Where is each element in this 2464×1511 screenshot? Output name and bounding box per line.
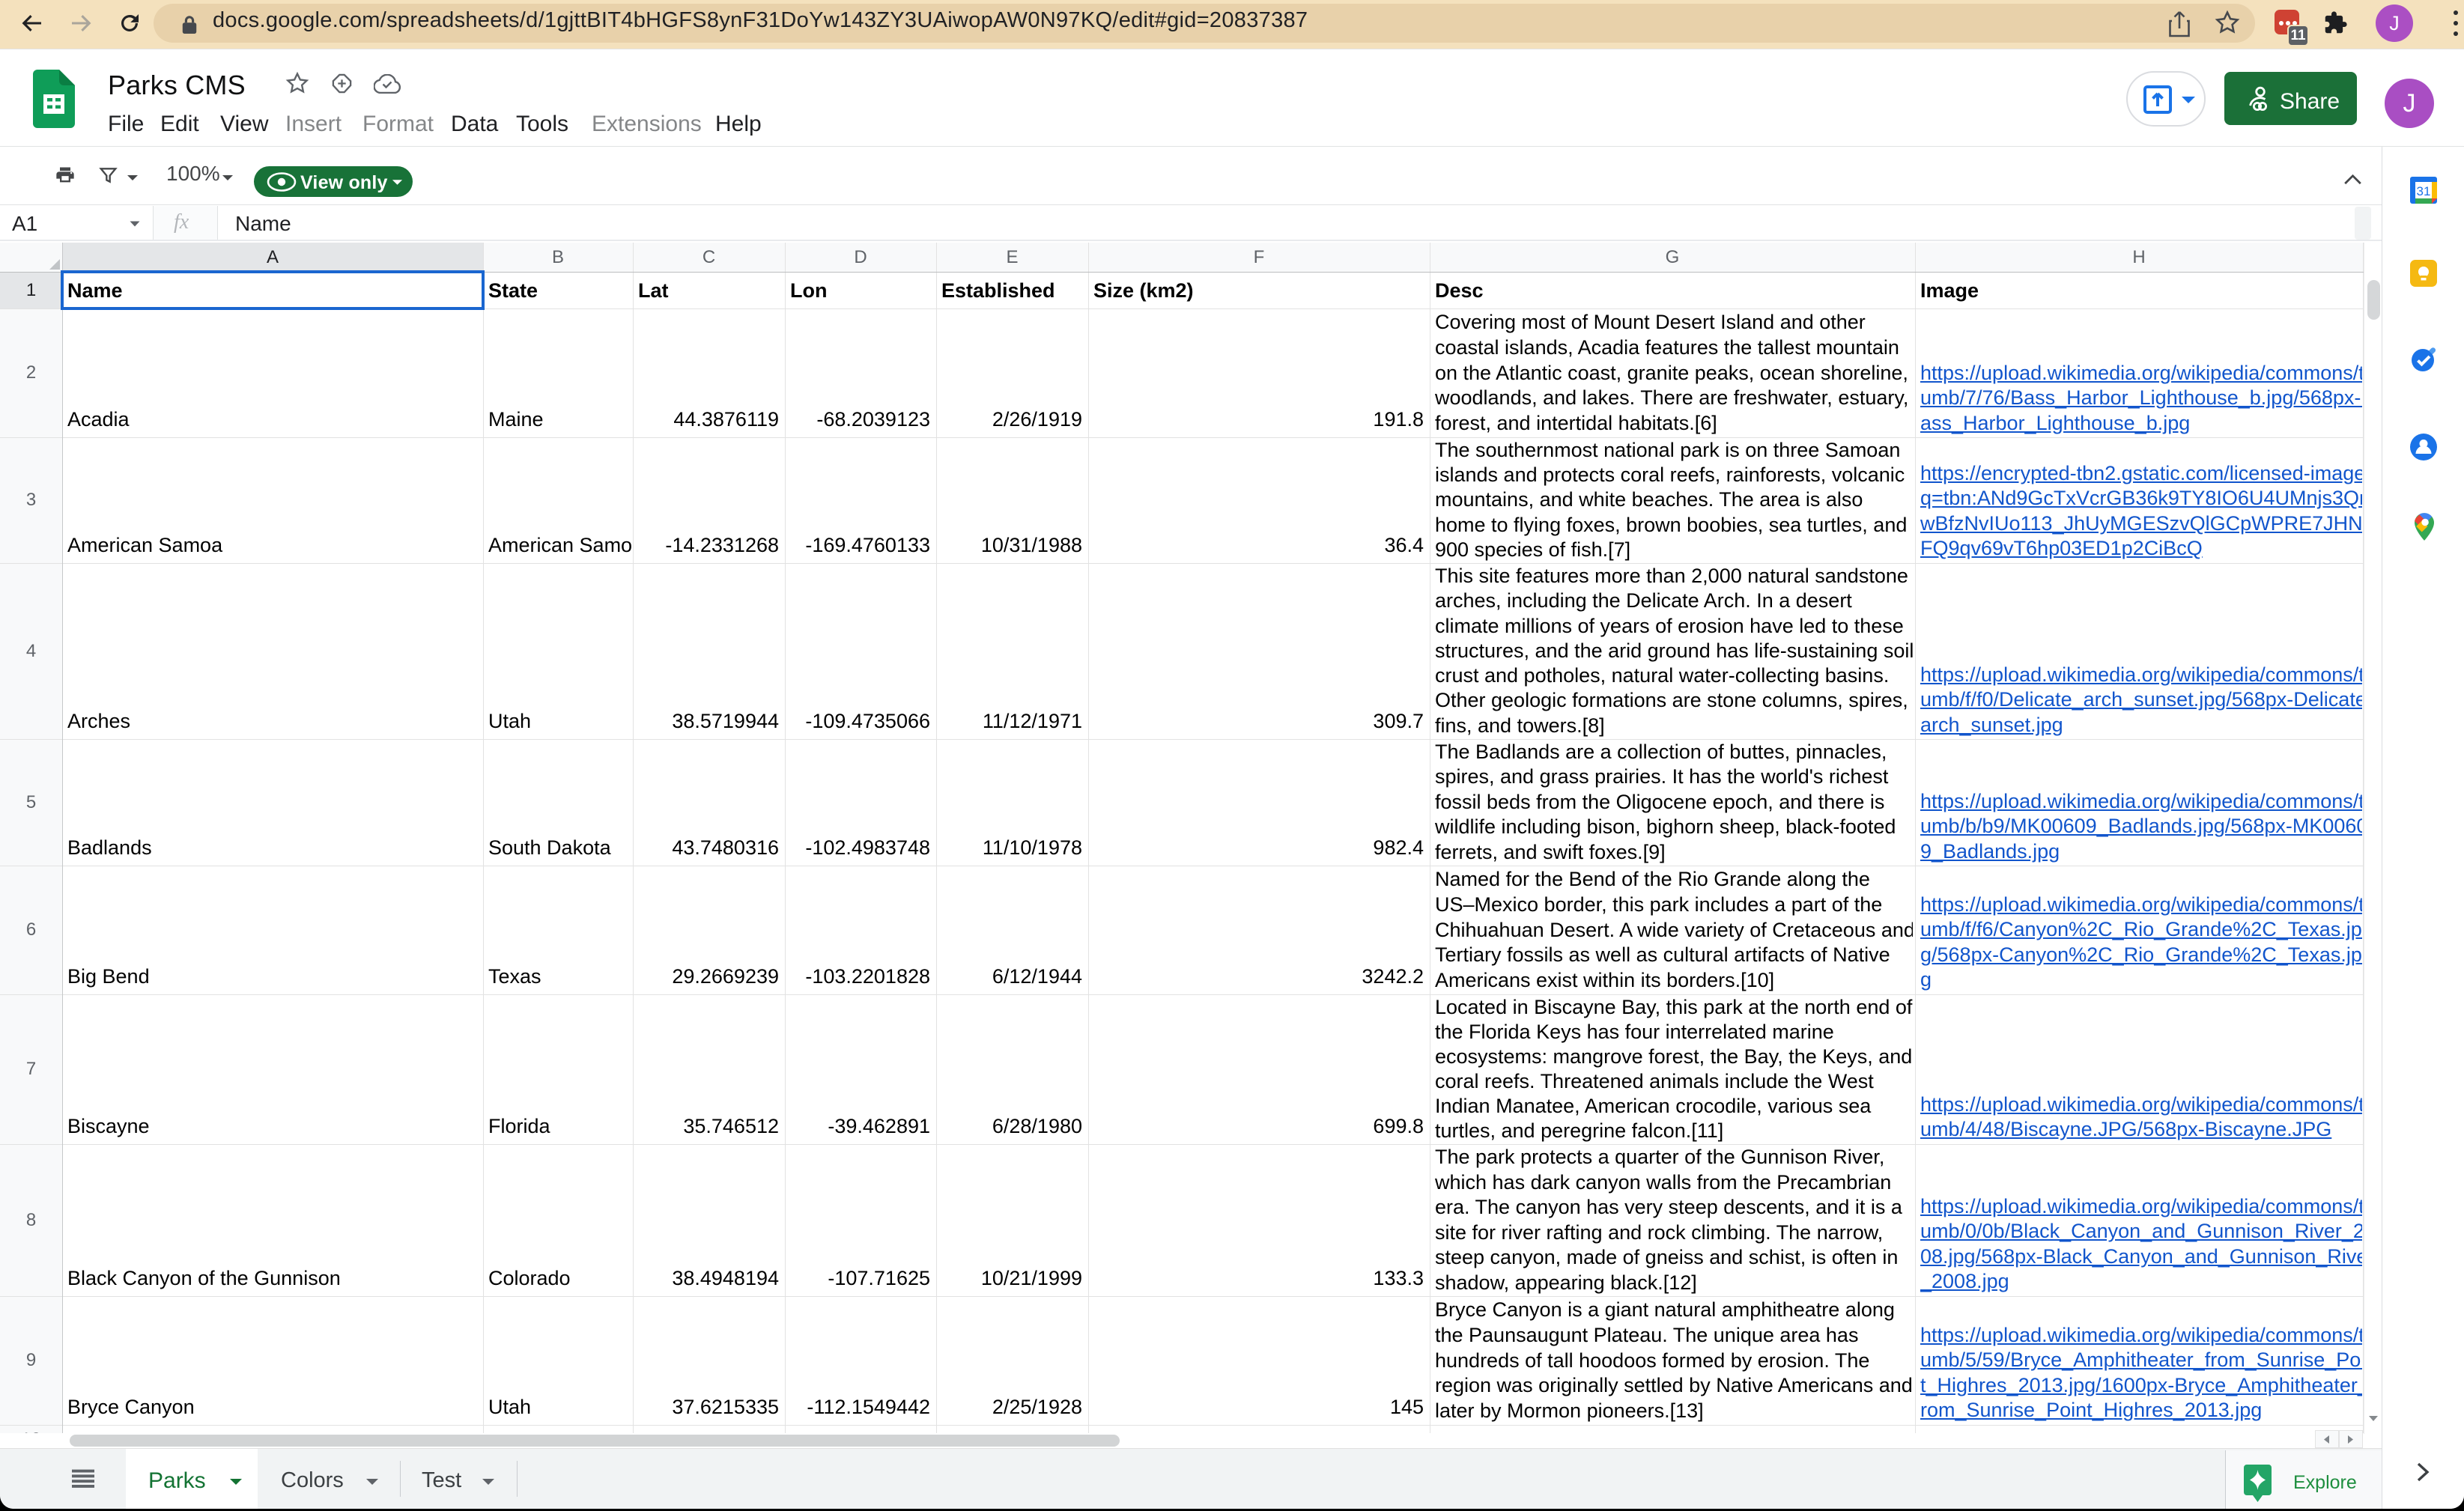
svg-text:31: 31 [2417,184,2431,198]
